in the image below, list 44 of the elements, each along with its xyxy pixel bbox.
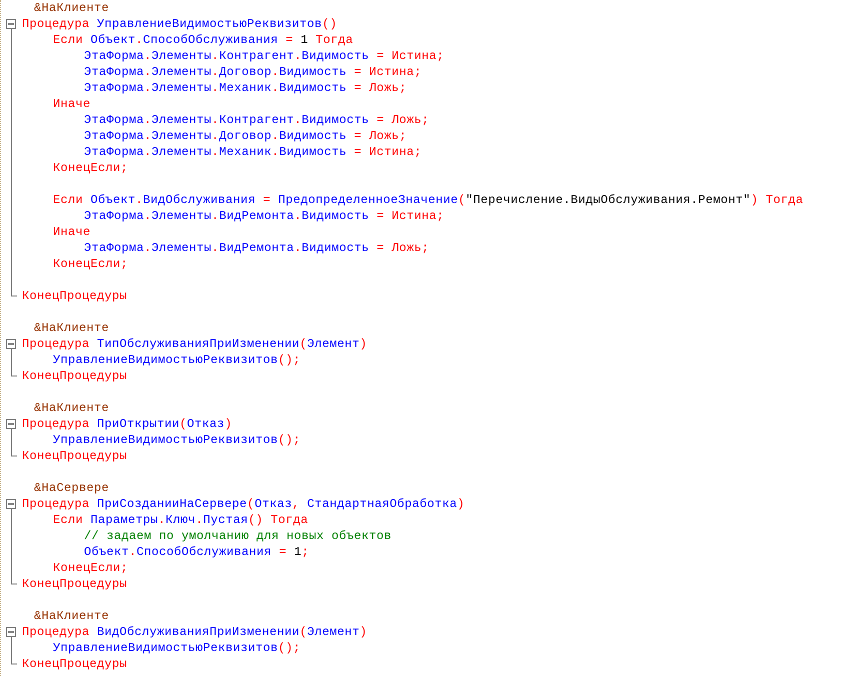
code-line: КонецПроцедуры <box>22 448 128 464</box>
code-line: Иначе <box>53 224 91 240</box>
collapse-icon[interactable] <box>6 339 16 349</box>
code-line: ЭтаФорма.Элементы.Контрагент.Видимость = Истина; <box>84 48 444 64</box>
code-line: Процедура ТипОбслуживанияПриИзменении(Элемент) <box>22 336 368 352</box>
code-line: КонецПроцедуры <box>22 656 128 672</box>
code-line: Процедура ВидОбслуживанияПриИзменении(Элемент) <box>22 624 368 640</box>
code-line: Объект.СпособОбслуживания = 1; <box>84 544 310 560</box>
code-line: &НаКлиенте <box>34 1 110 15</box>
code-line: КонецПроцедуры <box>22 576 128 592</box>
code-line: КонецПроцедуры <box>22 368 128 384</box>
code-line: КонецЕсли; <box>53 560 128 576</box>
code-line: Процедура ПриСозданииНаСервере(Отказ, СтандартнаяОбработка) <box>22 496 465 512</box>
code-line: &НаКлиенте <box>34 401 110 415</box>
code-line: &НаКлиенте <box>34 321 110 335</box>
code-line: Иначе <box>53 96 91 112</box>
code-line: УправлениеВидимостьюРеквизитов(); <box>53 432 301 448</box>
collapse-icon[interactable] <box>6 627 16 637</box>
code-line: ЭтаФорма.Элементы.ВидРемонта.Видимость = Ложь; <box>84 240 430 256</box>
code-line: &НаСервере <box>34 481 110 495</box>
code-line: Если Объект.ВидОбслуживания = ПредопределенноеЗначение("Перечисление.ВидыОбслуживания.Ремонт") Тогда <box>53 192 804 208</box>
code-comment: // задаем по умолчанию для новых объектов <box>84 529 392 543</box>
collapse-icon[interactable] <box>6 19 16 29</box>
code-line: ЭтаФорма.Элементы.Механик.Видимость = Ложь; <box>84 80 407 96</box>
code-line: &НаКлиенте <box>34 609 110 623</box>
code-line: КонецЕсли; <box>53 256 128 272</box>
code-line: Если Объект.СпособОбслуживания = 1 Тогда <box>53 32 354 48</box>
code-line: ЭтаФорма.Элементы.Механик.Видимость = Истина; <box>84 144 422 160</box>
fold-guide-line <box>10 429 16 456</box>
fold-guide-line <box>10 349 16 376</box>
code-line: Если Параметры.Ключ.Пустая() Тогда <box>53 512 308 528</box>
code-line: Процедура ПриОткрытии(Отказ) <box>22 416 232 432</box>
fold-guide-line <box>10 637 16 664</box>
code-line: КонецПроцедуры <box>22 288 128 304</box>
code-line: КонецЕсли; <box>53 160 128 176</box>
code-line: ЭтаФорма.Элементы.Контрагент.Видимость = Ложь; <box>84 112 430 128</box>
code-line: Процедура УправлениеВидимостьюРеквизитов() <box>22 16 338 32</box>
code-line: УправлениеВидимостьюРеквизитов(); <box>53 640 301 656</box>
collapse-icon[interactable] <box>6 499 16 509</box>
code-line: УправлениеВидимостьюРеквизитов(); <box>53 352 301 368</box>
collapse-icon[interactable] <box>6 419 16 429</box>
code-line: ЭтаФорма.Элементы.Договор.Видимость = Истина; <box>84 64 422 80</box>
code-line: ЭтаФорма.Элементы.ВидРемонта.Видимость = Истина; <box>84 208 444 224</box>
code-line: ЭтаФорма.Элементы.Договор.Видимость = Ложь; <box>84 128 407 144</box>
